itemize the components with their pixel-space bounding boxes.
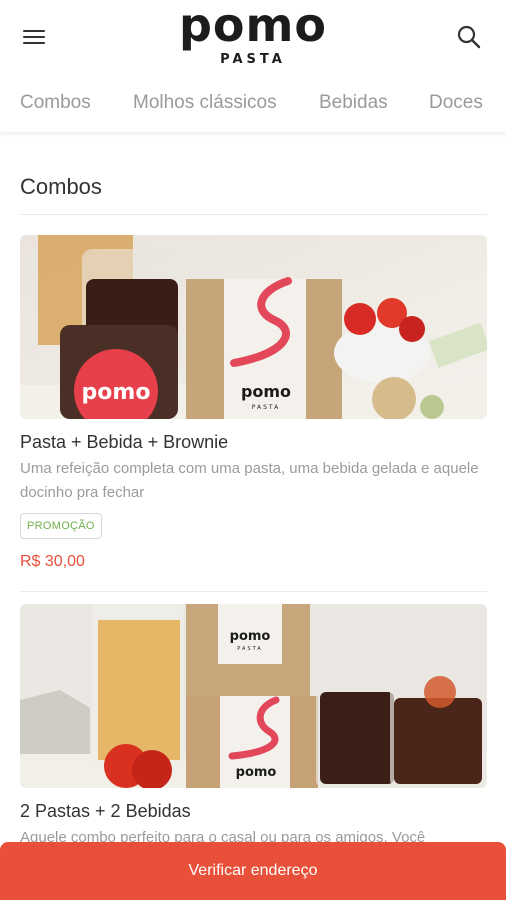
app-header: pomo PASTA (0, 0, 506, 74)
menu-content: Combos pomo pomo PASTA Pasta + Bebida + … (20, 132, 487, 850)
product-price: R$ 30,00 (20, 553, 85, 570)
product-card[interactable]: pomo PASTA pomo 2 Pastas + 2 Bebidas Aqu… (20, 604, 487, 850)
tab-bebidas[interactable]: Bebidas (319, 92, 388, 114)
tab-doces[interactable]: Doces (429, 92, 483, 114)
tab-combos[interactable]: Combos (20, 92, 91, 114)
check-address-button[interactable]: Verificar endereço (0, 842, 506, 900)
brand-logo[interactable]: pomo PASTA (0, 2, 506, 67)
logo-subtitle: PASTA (220, 52, 286, 67)
promo-badge: PROMOÇÃO (20, 513, 102, 539)
section-title: Combos (20, 174, 102, 199)
product-image: pomo pomo PASTA (20, 235, 487, 419)
product-name: Pasta + Bebida + Brownie (20, 432, 229, 452)
category-tabs: Combos Molhos clássicos Bebidas Doces (0, 74, 506, 132)
logo-wordmark: pomo (178, 0, 328, 52)
box-bottom-logo-text: pomo (236, 765, 277, 780)
search-icon[interactable] (456, 24, 482, 50)
tab-molhos-classicos[interactable]: Molhos clássicos (133, 92, 277, 114)
card-divider (20, 591, 487, 592)
product-name: 2 Pastas + 2 Bebidas (20, 801, 191, 821)
product-card[interactable]: pomo pomo PASTA Pasta + Bebida + Brownie… (20, 235, 487, 592)
box-top-logo-text: pomo (230, 629, 271, 644)
box-top-sub-text: PASTA (237, 646, 262, 652)
brownie-logo-text: pomo (82, 380, 151, 405)
box-sub-text: PASTA (252, 404, 280, 411)
section-divider (20, 214, 487, 215)
product-description: Uma refeição completa com uma pasta, uma… (20, 460, 479, 501)
box-logo-text: pomo (241, 382, 291, 401)
product-image: pomo PASTA pomo (20, 604, 487, 788)
